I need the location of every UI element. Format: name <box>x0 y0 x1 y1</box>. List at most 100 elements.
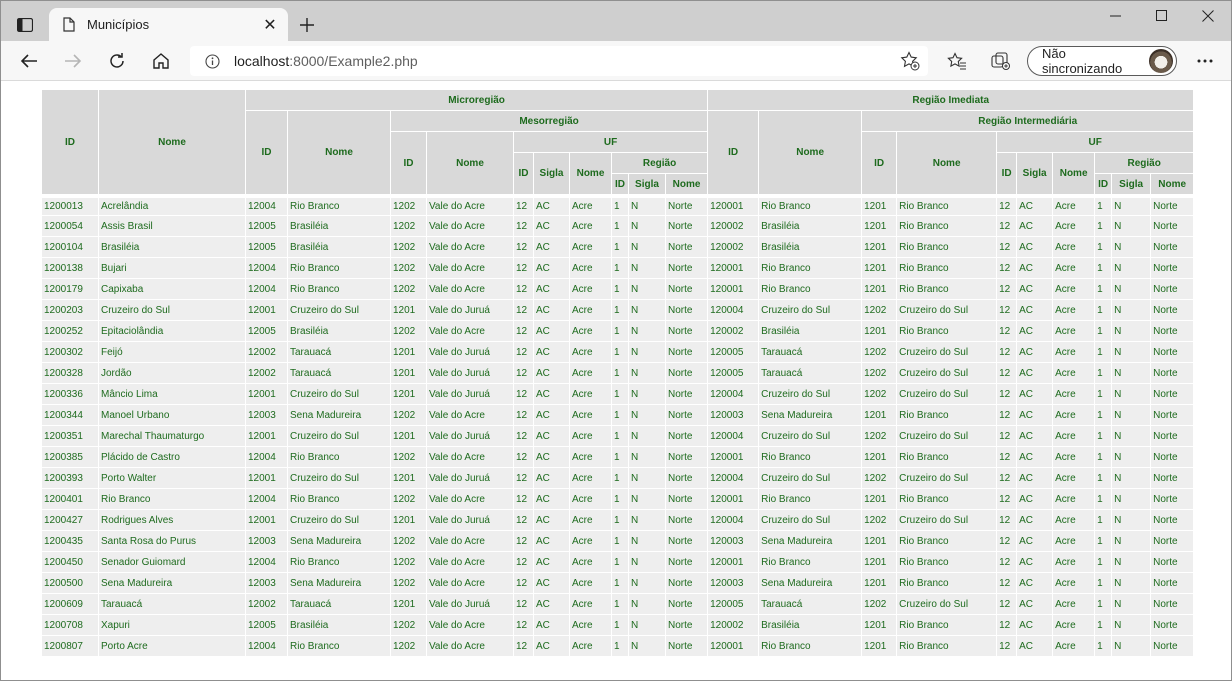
table-cell: Sena Madureira <box>759 531 862 551</box>
header-mesorregiao: Mesorregião <box>391 111 708 131</box>
table-cell: 1201 <box>862 321 897 341</box>
table-cell: 1200013 <box>42 195 98 215</box>
table-cell: Rio Branco <box>897 447 997 467</box>
table-cell: Rio Branco <box>759 279 862 299</box>
table-cell: 1 <box>1095 321 1112 341</box>
table-cell: 1200393 <box>42 468 98 488</box>
table-cell: Norte <box>666 426 708 446</box>
table-cell: Acre <box>570 552 611 572</box>
table-cell: N <box>1112 279 1151 299</box>
table-cell: Rio Branco <box>99 489 245 509</box>
table-cell: N <box>629 531 665 551</box>
table-cell: N <box>629 384 665 404</box>
table-cell: 1 <box>612 258 628 278</box>
table-cell: AC <box>534 321 569 341</box>
table-cell: 1 <box>612 489 628 509</box>
table-cell: Cruzeiro do Sul <box>897 594 997 614</box>
table-cell: Acre <box>1053 594 1095 614</box>
table-row: 1200302 Feijó 12002 Tarauacá 1201 Vale do Jur… <box>42 342 1194 362</box>
table-cell: Acre <box>570 594 611 614</box>
info-icon[interactable] <box>204 53 220 69</box>
table-cell: N <box>1112 594 1151 614</box>
home-icon[interactable] <box>145 45 177 77</box>
table-cell: Vale do Acre <box>427 615 513 635</box>
table-cell: Norte <box>1151 384 1194 404</box>
table-cell: 12 <box>997 510 1017 530</box>
minimize-icon[interactable] <box>1093 1 1139 31</box>
table-cell: 1200054 <box>42 216 98 236</box>
table-cell: 1 <box>1095 405 1112 425</box>
table-cell: 1202 <box>391 636 426 656</box>
table-cell: AC <box>1017 405 1053 425</box>
table-cell: Sena Madureira <box>288 573 390 593</box>
table-cell: 1 <box>1095 531 1112 551</box>
maximize-icon[interactable] <box>1139 1 1185 31</box>
url-text[interactable]: localhost:8000/Example2.php <box>234 53 898 69</box>
table-cell: Rio Branco <box>288 636 390 656</box>
table-cell: AC <box>1017 510 1053 530</box>
collections-icon[interactable] <box>985 45 1017 77</box>
table-cell: N <box>629 489 665 509</box>
tab-title: Municípios <box>87 17 150 32</box>
table-cell: 1202 <box>862 384 897 404</box>
table-cell: 1201 <box>391 468 426 488</box>
table-cell: 120005 <box>708 594 759 614</box>
table-cell: 1201 <box>862 258 897 278</box>
table-cell: AC <box>534 405 569 425</box>
table-cell: 12 <box>997 405 1017 425</box>
table-row: 1200609 Tarauacá 12002 Tarauacá 1201 Vale do … <box>42 594 1194 614</box>
table-cell: 1202 <box>391 279 426 299</box>
header-regiao2-id: ID <box>1095 174 1112 194</box>
table-cell: Norte <box>666 594 708 614</box>
forward-arrow-icon[interactable] <box>57 45 89 77</box>
table-cell: N <box>1112 258 1151 278</box>
back-arrow-icon[interactable] <box>13 45 45 77</box>
table-cell: 1202 <box>391 321 426 341</box>
table-cell: Norte <box>666 447 708 467</box>
table-cell: 12 <box>997 531 1017 551</box>
table-cell: 12 <box>514 195 533 215</box>
table-cell: 12001 <box>246 300 287 320</box>
table-cell: 120004 <box>708 426 759 446</box>
table-cell: 12003 <box>246 405 287 425</box>
table-cell: Acre <box>570 216 611 236</box>
tab-municipios[interactable]: Municípios ✕ <box>49 8 288 41</box>
table-cell: 1202 <box>391 237 426 257</box>
tab-actions-icon[interactable] <box>9 9 41 41</box>
sync-profile-button[interactable]: Não sincronizando <box>1027 46 1177 76</box>
refresh-icon[interactable] <box>101 45 133 77</box>
header-regiao-2: Região <box>1095 153 1194 173</box>
table-cell: 1200450 <box>42 552 98 572</box>
table-cell: 1200351 <box>42 426 98 446</box>
address-bar[interactable]: localhost:8000/Example2.php <box>190 46 928 76</box>
table-cell: Vale do Acre <box>427 405 513 425</box>
table-cell: 1 <box>1095 636 1112 656</box>
table-cell: 12 <box>997 447 1017 467</box>
header-regiao: Região <box>612 153 708 173</box>
table-cell: 1 <box>1095 216 1112 236</box>
add-favorite-icon[interactable] <box>898 49 922 73</box>
table-row: 1200435 Santa Rosa do Purus 12003 Sena Madu… <box>42 531 1194 551</box>
table-cell: Norte <box>666 195 708 215</box>
tab-close-icon[interactable]: ✕ <box>258 13 282 37</box>
table-cell: N <box>1112 615 1151 635</box>
table-cell: AC <box>534 594 569 614</box>
table-cell: Sena Madureira <box>99 573 245 593</box>
table-cell: 12 <box>514 363 533 383</box>
table-cell: Cruzeiro do Sul <box>288 300 390 320</box>
table-cell: Tarauacá <box>288 363 390 383</box>
table-cell: Norte <box>1151 489 1194 509</box>
table-cell: AC <box>534 384 569 404</box>
more-icon[interactable] <box>1189 45 1221 77</box>
table-cell: 1 <box>612 342 628 362</box>
favorites-icon[interactable] <box>941 45 973 77</box>
table-cell: Norte <box>666 489 708 509</box>
plus-icon[interactable] <box>293 11 321 39</box>
table-cell: AC <box>1017 636 1053 656</box>
table-cell: 1 <box>1095 447 1112 467</box>
table-cell: Rio Branco <box>897 531 997 551</box>
table-cell: Rio Branco <box>759 447 862 467</box>
close-icon[interactable] <box>1185 1 1231 31</box>
table-cell: 1200807 <box>42 636 98 656</box>
table-cell: Rio Branco <box>759 489 862 509</box>
